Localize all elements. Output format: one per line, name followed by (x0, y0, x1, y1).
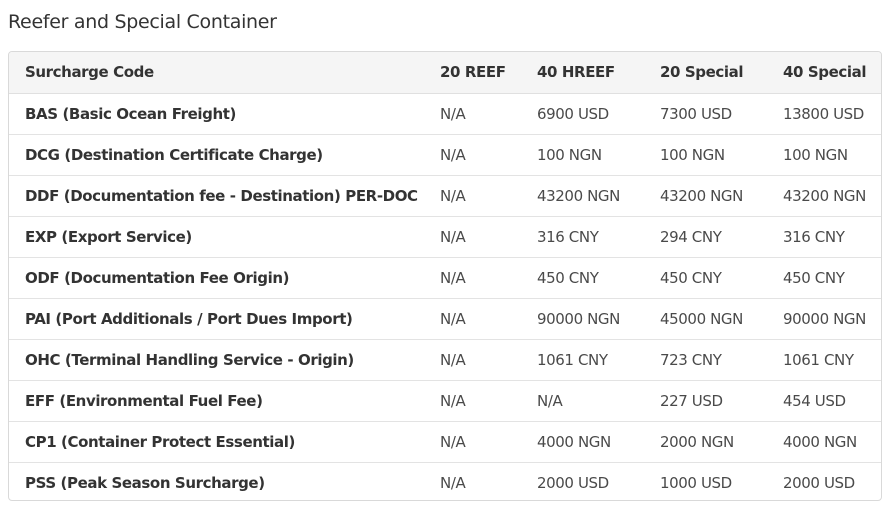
value-cell: 13800 USD (767, 93, 881, 135)
value-cell: 2000 NGN (644, 421, 767, 463)
value-cell: 227 USD (644, 380, 767, 422)
value-cell: 7300 USD (644, 93, 767, 135)
value-cell: 43200 NGN (767, 175, 881, 217)
value-cell: 294 CNY (644, 216, 767, 258)
value-cell: 2000 USD (783, 473, 855, 492)
value-cell: N/A (521, 380, 644, 422)
surcharge-code-cell: EXP (Export Service) (9, 216, 424, 258)
value-cell: 100 NGN (644, 134, 767, 176)
surcharge-code-cell: CP1 (Container Protect Essential) (9, 421, 424, 463)
value-cell: N/A (424, 298, 521, 340)
value-cell: 450 CNY (521, 257, 644, 299)
value-cell: 6900 USD (521, 93, 644, 135)
value-cell: 100 NGN (521, 134, 644, 176)
table-row: CP1 (Container Protect Essential) N/A 40… (9, 421, 881, 463)
value-cell: 450 CNY (644, 257, 767, 299)
value-cell: N/A (424, 339, 521, 381)
value-cell: 1000 USD (660, 473, 732, 492)
surcharge-code-cell: DDF (Documentation fee - Destination) PE… (9, 175, 424, 217)
value-cell: 1061 CNY (521, 339, 644, 381)
surcharge-code-cell: PSS (Peak Season Surcharge) (25, 473, 265, 492)
table-body: BAS (Basic Ocean Freight) N/A 6900 USD 7… (9, 93, 881, 500)
value-cell: 316 CNY (521, 216, 644, 258)
table-row: DDF (Documentation fee - Destination) PE… (9, 175, 881, 217)
value-cell: N/A (424, 216, 521, 258)
value-cell: N/A (424, 257, 521, 299)
surcharge-code-cell: PAI (Port Additionals / Port Dues Import… (9, 298, 424, 340)
value-cell: 1061 CNY (767, 339, 881, 381)
value-cell: 90000 NGN (521, 298, 644, 340)
value-cell: N/A (440, 473, 466, 492)
value-cell: 454 USD (767, 380, 881, 422)
value-cell: 4000 NGN (521, 421, 644, 463)
surcharge-table: Surcharge Code 20 REEF 40 HREEF 20 Speci… (9, 52, 881, 500)
value-cell: N/A (424, 421, 521, 463)
value-cell: 450 CNY (767, 257, 881, 299)
surcharge-code-cell: ODF (Documentation Fee Origin) (9, 257, 424, 299)
value-cell: N/A (424, 134, 521, 176)
value-cell: 4000 NGN (767, 421, 881, 463)
surcharge-table-container: Surcharge Code 20 REEF 40 HREEF 20 Speci… (8, 51, 882, 501)
table-header: Surcharge Code 20 REEF 40 HREEF 20 Speci… (9, 52, 881, 94)
header-40-hreef: 40 HREEF (521, 52, 644, 94)
value-cell: 43200 NGN (644, 175, 767, 217)
value-cell: 723 CNY (644, 339, 767, 381)
value-cell: 100 NGN (767, 134, 881, 176)
table-row: PAI (Port Additionals / Port Dues Import… (9, 298, 881, 340)
table-row: ODF (Documentation Fee Origin) N/A 450 C… (9, 257, 881, 299)
value-cell: 316 CNY (767, 216, 881, 258)
surcharge-code-cell: OHC (Terminal Handling Service - Origin) (9, 339, 424, 381)
table-row: OHC (Terminal Handling Service - Origin)… (9, 339, 881, 381)
value-cell: 45000 NGN (644, 298, 767, 340)
surcharge-code-cell: DCG (Destination Certificate Charge) (9, 134, 424, 176)
surcharge-code-cell: EFF (Environmental Fuel Fee) (9, 380, 424, 422)
table-row: DCG (Destination Certificate Charge) N/A… (9, 134, 881, 176)
header-20-special: 20 Special (644, 52, 767, 94)
value-cell: 90000 NGN (767, 298, 881, 340)
value-cell: N/A (424, 380, 521, 422)
value-cell: 43200 NGN (521, 175, 644, 217)
value-cell: N/A (424, 93, 521, 135)
table-row: EXP (Export Service) N/A 316 CNY 294 CNY… (9, 216, 881, 258)
value-cell: N/A (424, 175, 521, 217)
header-row: Surcharge Code 20 REEF 40 HREEF 20 Speci… (9, 52, 881, 94)
value-cell: 2000 USD (537, 473, 609, 492)
section-title: Reefer and Special Container (8, 11, 277, 33)
header-surcharge-code: Surcharge Code (9, 52, 424, 94)
header-40-special: 40 Special (767, 52, 881, 94)
table-row: PSS (Peak Season Surcharge) N/A 2000 USD… (9, 462, 881, 500)
surcharge-code-cell: BAS (Basic Ocean Freight) (9, 93, 424, 135)
table-row: EFF (Environmental Fuel Fee) N/A N/A 227… (9, 380, 881, 422)
header-20-reef: 20 REEF (424, 52, 521, 94)
table-row: BAS (Basic Ocean Freight) N/A 6900 USD 7… (9, 93, 881, 135)
